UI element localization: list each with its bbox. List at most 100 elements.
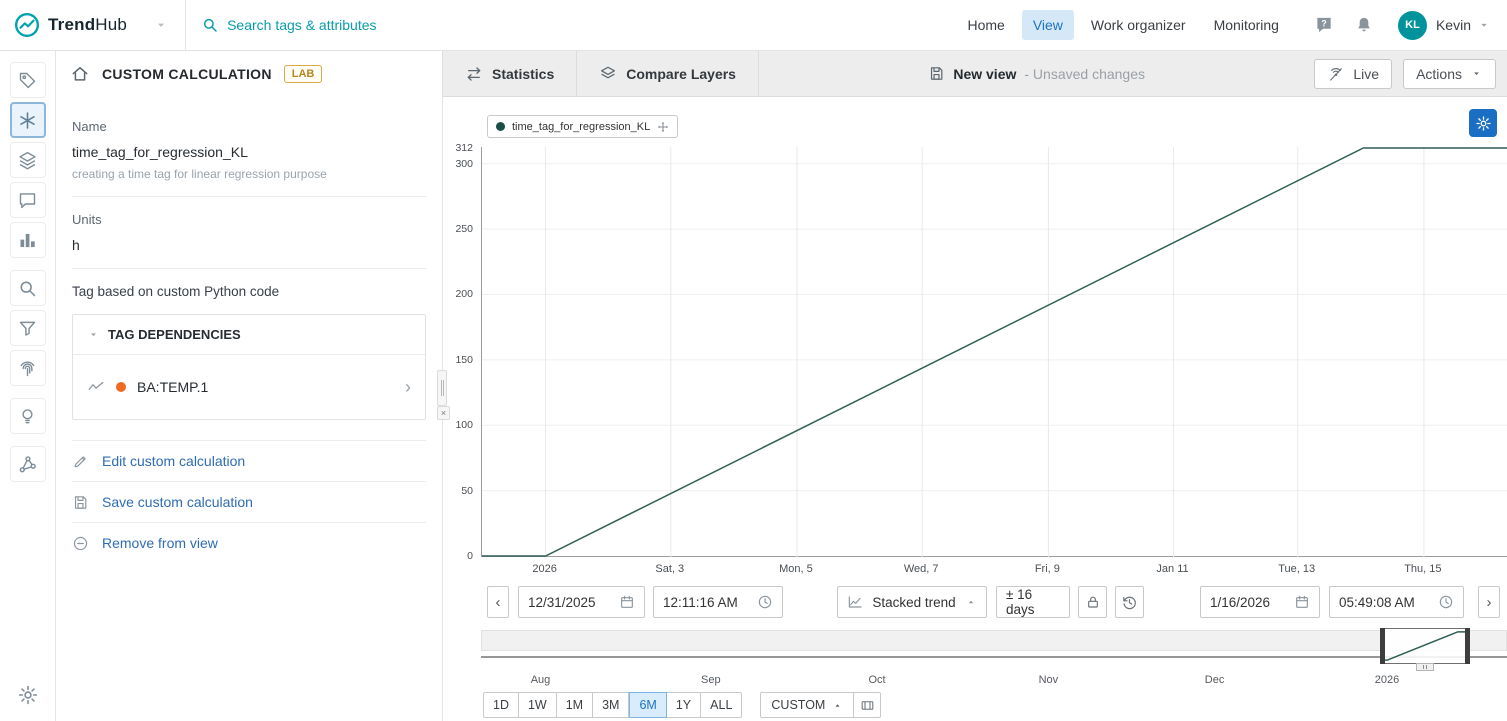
- lock-button[interactable]: [1078, 586, 1107, 618]
- units-label: Units: [72, 212, 102, 227]
- help-button[interactable]: ?: [1314, 15, 1334, 35]
- sidebar-item-fingerprint[interactable]: [9, 350, 46, 386]
- end-date-field[interactable]: 1/16/2026: [1200, 586, 1320, 618]
- range-button-1y[interactable]: 1Y: [666, 692, 702, 718]
- tab-statistics[interactable]: Statistics: [443, 51, 578, 96]
- sidebar-item-custom-calculation[interactable]: [9, 102, 46, 138]
- range-button-6m[interactable]: 6M: [629, 692, 667, 718]
- name-description: creating a time tag for linear regressio…: [72, 167, 327, 181]
- nav-item-home[interactable]: Home: [956, 10, 1015, 40]
- y-axis-tick-label: 250: [455, 223, 473, 236]
- filter-icon: [19, 321, 36, 336]
- help-icon: ?: [1317, 17, 1331, 33]
- legend-label: time_tag_for_regression_KL: [512, 120, 651, 133]
- custom-range-icon: [861, 700, 874, 710]
- app-logo[interactable]: TrendHub: [14, 12, 127, 38]
- move-icon: [658, 121, 669, 132]
- comment-icon: [19, 192, 36, 208]
- user-menu[interactable]: Kevin: [1436, 17, 1491, 33]
- fingerprint-icon: [20, 361, 35, 376]
- save-custom-calculation-link[interactable]: Save custom calculation: [72, 481, 426, 522]
- pan-left-button[interactable]: ‹: [487, 586, 509, 618]
- overview-tick-label: Aug: [530, 674, 551, 686]
- x-axis-tick-label: 2026: [532, 563, 557, 575]
- calendar-icon: [621, 595, 633, 608]
- sidebar-item-comments[interactable]: [9, 182, 46, 218]
- overview-track[interactable]: [481, 630, 1507, 651]
- nav-item-view[interactable]: View: [1021, 10, 1074, 40]
- overview-tick-label: Sep: [701, 674, 721, 686]
- selection-handle-right[interactable]: [1465, 628, 1471, 664]
- lightbulb-icon: [22, 408, 33, 423]
- range-button-1m[interactable]: 1M: [556, 692, 594, 718]
- column-chart-icon: [20, 233, 35, 247]
- view-status: - Unsaved changes: [1024, 65, 1146, 82]
- home-button[interactable]: [70, 64, 90, 84]
- plot-area[interactable]: [481, 147, 1507, 557]
- sidebar-item-machine-learning[interactable]: [9, 446, 46, 482]
- trend-legend-chip[interactable]: time_tag_for_regression_KL: [487, 115, 679, 138]
- pan-right-button[interactable]: ›: [1478, 586, 1500, 618]
- sidebar-item-search[interactable]: [9, 270, 46, 306]
- range-button-1d[interactable]: 1D: [483, 692, 519, 718]
- panel-resize-handle[interactable]: [437, 370, 447, 406]
- tag-color-dot: [116, 382, 126, 392]
- remove-from-view-link[interactable]: Remove from view: [72, 522, 426, 563]
- left-icon-rail: [0, 51, 56, 721]
- sidebar-item-settings[interactable]: [9, 677, 46, 713]
- global-search[interactable]: Search tags & attributes: [201, 16, 377, 34]
- trend-icon: [88, 381, 104, 390]
- duration-field[interactable]: ± 16 days: [996, 586, 1070, 618]
- workspace-dropdown[interactable]: [153, 17, 169, 33]
- panel-collapse-button[interactable]: ×: [437, 406, 450, 420]
- layers-icon: [19, 151, 36, 169]
- sidebar-item-layers[interactable]: [9, 142, 46, 178]
- live-button[interactable]: Live: [1314, 58, 1393, 89]
- selection-handle-left[interactable]: [1379, 628, 1385, 664]
- y-axis-tick-label: 50: [461, 484, 473, 497]
- nav-item-monitoring[interactable]: Monitoring: [1203, 10, 1290, 40]
- overview-selection[interactable]: [1379, 628, 1471, 671]
- sidebar-item-filter[interactable]: [9, 310, 46, 346]
- y-axis-tick-label: 150: [455, 353, 473, 366]
- range-selector: 1D 1W 1M 3M 6M 1Y ALL CUSTOM: [483, 692, 882, 718]
- move-handle-icon[interactable]: [657, 121, 669, 133]
- chevron-down-icon: [1474, 72, 1479, 76]
- trend-mode-dropdown[interactable]: Stacked trend: [837, 586, 987, 618]
- tab-compare-layers[interactable]: Compare Layers: [577, 51, 759, 96]
- start-time-field[interactable]: 12:11:16 AM: [653, 586, 783, 618]
- sidebar-item-recommendations[interactable]: [9, 398, 46, 434]
- save-icon: [931, 67, 943, 80]
- custom-range-group: CUSTOM: [760, 692, 882, 718]
- selection-scroll-grip[interactable]: [1415, 663, 1434, 671]
- trendhub-logo-icon: [14, 12, 40, 38]
- panel-actions: Edit custom calculation Save custom calc…: [72, 440, 426, 563]
- tag-icon: [19, 72, 36, 88]
- x-axis-tick-label: Mon, 5: [779, 563, 813, 575]
- chevron-up-icon: [835, 703, 840, 707]
- history-button[interactable]: [1115, 586, 1144, 618]
- tag-dependencies-header[interactable]: TAG DEPENDENCIES: [73, 315, 425, 355]
- actions-button[interactable]: Actions: [1403, 58, 1496, 89]
- trend-view: time_tag_for_regression_KL 0 50 100 150 200 2…: [443, 97, 1507, 721]
- chart-settings-button[interactable]: [1469, 109, 1497, 137]
- nav-item-work-organizer[interactable]: Work organizer: [1080, 10, 1197, 40]
- start-date-field[interactable]: 12/31/2025: [518, 586, 645, 618]
- end-time-field[interactable]: 05:49:08 AM: [1329, 586, 1464, 618]
- sidebar-item-tags[interactable]: [9, 62, 46, 98]
- edit-custom-calculation-link[interactable]: Edit custom calculation: [72, 440, 426, 481]
- sidebar-item-dashboards[interactable]: [9, 222, 46, 258]
- layers-icon: [601, 66, 616, 78]
- custom-range-dropdown[interactable]: CUSTOM: [761, 698, 853, 712]
- user-avatar[interactable]: KL: [1397, 10, 1427, 40]
- header-divider: [185, 0, 187, 51]
- y-axis-tick-label: 312: [455, 142, 473, 154]
- range-button-all[interactable]: ALL: [701, 692, 743, 718]
- x-axis-tick-label: Sat, 3: [655, 563, 685, 575]
- range-button-3m[interactable]: 3M: [593, 692, 630, 718]
- notifications-button[interactable]: [1354, 15, 1374, 35]
- custom-range-picker-button[interactable]: [853, 692, 880, 718]
- dependency-row[interactable]: BA:TEMP.1 ›: [73, 355, 425, 419]
- view-info[interactable]: New view - Unsaved changes: [928, 65, 1145, 82]
- range-button-1w[interactable]: 1W: [518, 692, 557, 718]
